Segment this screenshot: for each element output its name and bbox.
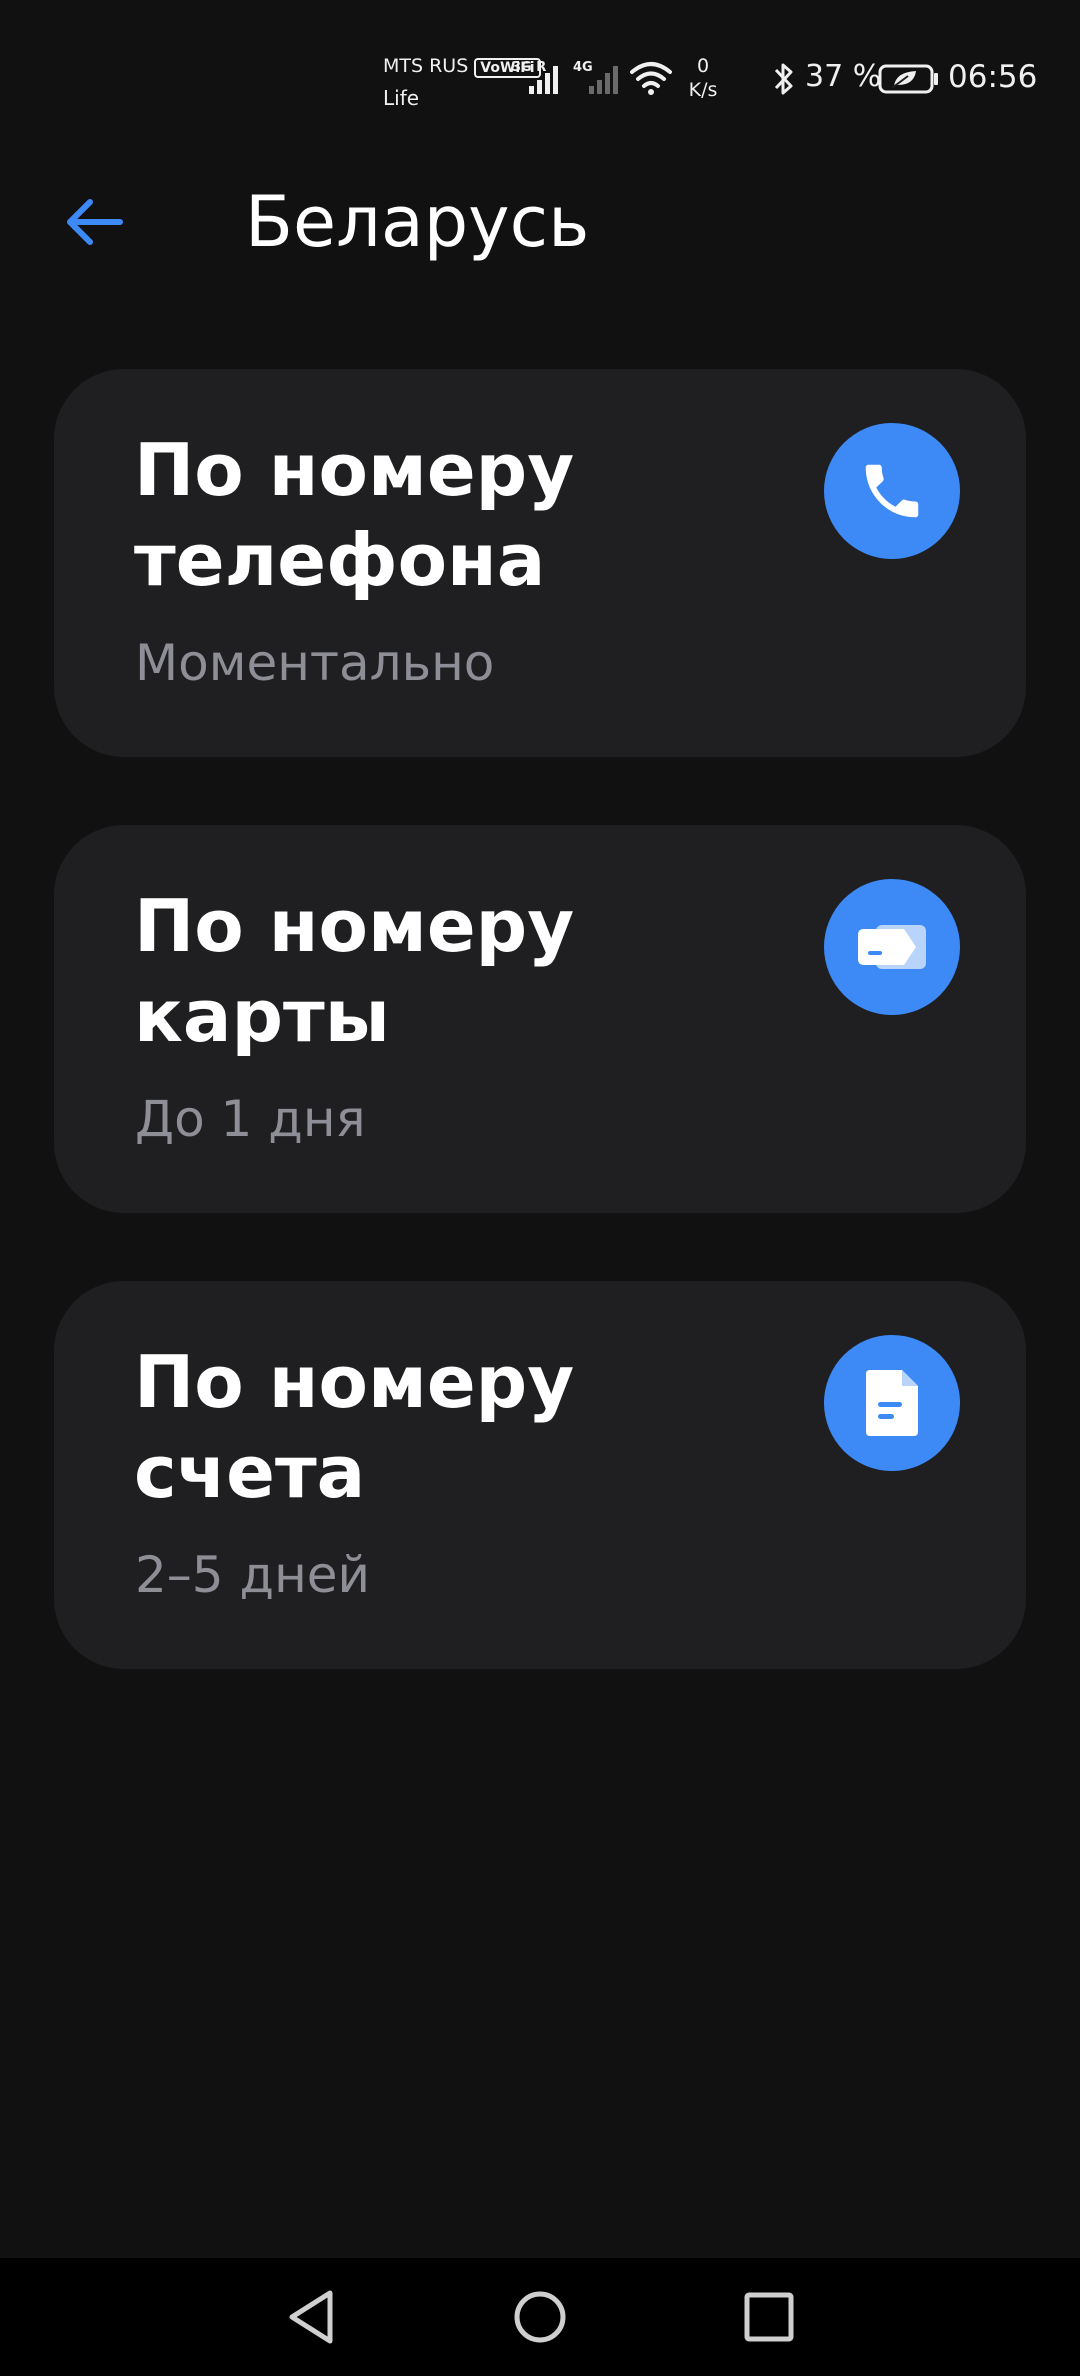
- network-speed-unit: K/s: [688, 79, 718, 101]
- option-title-line1: По номеру: [134, 428, 575, 512]
- nav-home-button[interactable]: [503, 2280, 577, 2354]
- triangle-back-icon: [289, 2290, 333, 2344]
- option-subtitle: Моментально: [135, 634, 495, 692]
- bluetooth-icon: [774, 63, 793, 95]
- card-icon: [824, 879, 960, 1015]
- page-title: Беларусь: [245, 181, 590, 263]
- option-title-line2: карты: [134, 974, 390, 1058]
- signal-strength-icon: [529, 66, 558, 94]
- option-subtitle: 2–5 дней: [135, 1546, 371, 1604]
- document-icon: [824, 1335, 960, 1471]
- network-speed: 0 K/s: [678, 54, 728, 102]
- option-title-line2: телефона: [134, 518, 546, 602]
- network-speed-value: 0: [696, 55, 710, 77]
- wifi-icon: [630, 62, 672, 95]
- battery-percent: 37 %: [805, 59, 882, 94]
- option-title: По номеру телефона: [134, 425, 754, 605]
- back-button[interactable]: [58, 186, 130, 258]
- option-subtitle: До 1 дня: [135, 1090, 366, 1148]
- status-bar: MTS RUS VoWiFi Life 3G R 4G 0 K/s 37 % 06…: [0, 0, 1080, 130]
- nav-back-button[interactable]: [274, 2280, 348, 2354]
- option-title-line1: По номеру: [134, 884, 575, 968]
- option-title-line1: По номеру: [134, 1340, 575, 1424]
- arrow-left-icon: [67, 199, 123, 245]
- circle-home-icon: [514, 2291, 566, 2343]
- nav-recents-button[interactable]: [732, 2280, 806, 2354]
- system-navigation-bar: [0, 2258, 1080, 2376]
- carrier-name-2: Life: [383, 86, 420, 110]
- square-recents-icon: [744, 2292, 794, 2342]
- carrier-name: MTS RUS: [383, 55, 469, 77]
- signal-strength-2-icon: [589, 66, 618, 94]
- option-card-phone[interactable]: По номеру телефона Моментально: [54, 369, 1026, 757]
- battery-saver-icon: [878, 64, 938, 94]
- option-title: По номеру карты: [134, 881, 754, 1061]
- option-card-card[interactable]: По номеру карты До 1 дня: [54, 825, 1026, 1213]
- clock: 06:56: [948, 59, 1038, 95]
- option-card-account[interactable]: По номеру счета 2–5 дней: [54, 1281, 1026, 1669]
- phone-icon: [824, 423, 960, 559]
- option-title-line2: счета: [134, 1430, 366, 1514]
- option-title: По номеру счета: [134, 1337, 754, 1517]
